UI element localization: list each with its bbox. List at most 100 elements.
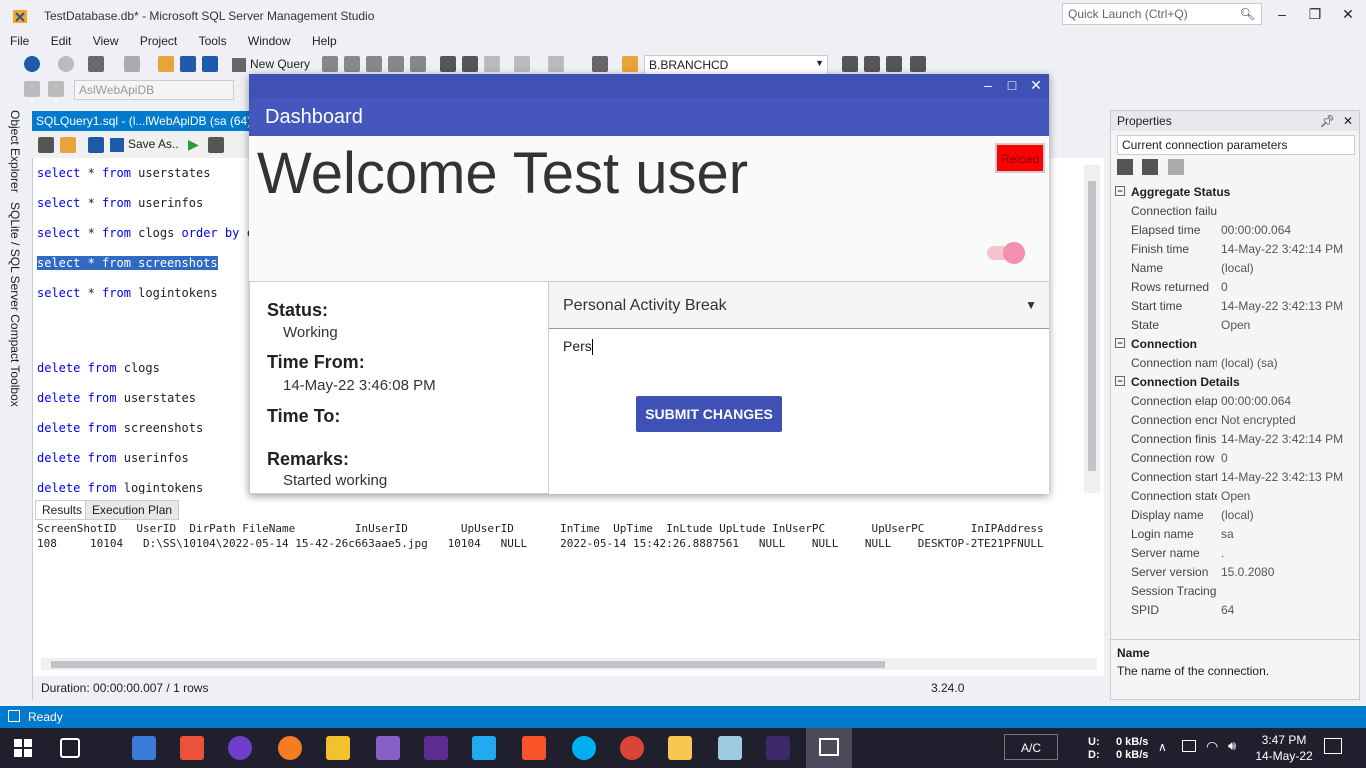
pin-icon[interactable]: 📌︎ xyxy=(1320,114,1335,128)
execute-icon[interactable]: ▶ xyxy=(188,136,199,153)
property-row[interactable]: State Open xyxy=(1111,316,1359,335)
alphabetical-icon[interactable] xyxy=(1142,159,1159,175)
copy-icon[interactable] xyxy=(462,56,478,72)
add-item-icon[interactable] xyxy=(124,56,140,72)
close-icon[interactable]: ✕ xyxy=(1343,114,1353,128)
property-row[interactable]: Name (local) xyxy=(1111,259,1359,278)
quick-launch-input[interactable]: Quick Launch (Ctrl+Q) 🔍︎ xyxy=(1062,3,1262,25)
property-row[interactable]: Server version 15.0.2080 xyxy=(1111,563,1359,582)
collapse-icon[interactable]: − xyxy=(1115,376,1125,386)
new-query-button[interactable]: New Query xyxy=(232,57,310,72)
collapse-icon[interactable]: − xyxy=(1115,186,1125,196)
connect-icon[interactable] xyxy=(24,81,40,97)
solution-explorer-icon[interactable] xyxy=(842,56,858,72)
property-row[interactable]: Connection state Open xyxy=(1111,487,1359,506)
disconnect-icon[interactable] xyxy=(48,81,64,97)
paste-icon[interactable] xyxy=(484,56,500,72)
dashboard-maximize-button[interactable]: □ xyxy=(1003,77,1021,93)
script-icon[interactable] xyxy=(38,137,54,153)
branch-combo[interactable]: B.BRANCHCD ▼ xyxy=(644,55,828,75)
ssms-taskbar-icon[interactable] xyxy=(326,736,350,760)
property-row[interactable]: Connection start 14-May-22 3:42:13 PM xyxy=(1111,468,1359,487)
close-button[interactable]: ✕ xyxy=(1338,6,1358,24)
dmx-query-icon[interactable] xyxy=(366,56,382,72)
wifi-icon[interactable]: ◠ xyxy=(1206,738,1218,755)
reload-button[interactable]: Reload xyxy=(995,143,1045,173)
chevron-up-icon[interactable]: ∧ xyxy=(1158,740,1167,754)
github-icon[interactable] xyxy=(228,736,252,760)
toggle-switch[interactable] xyxy=(987,242,1025,264)
property-row[interactable]: Connection failu xyxy=(1111,202,1359,221)
find-icon[interactable] xyxy=(622,56,638,72)
scroll-thumb[interactable] xyxy=(51,661,885,668)
save-as-button[interactable]: Save As.. xyxy=(110,137,179,152)
table-row[interactable]: 108 10104 D:\SS\10104\2022-05-14 15-42-2… xyxy=(37,537,1101,552)
property-row[interactable]: Connection elap 00:00:00.064 xyxy=(1111,392,1359,411)
property-row[interactable]: Start time 14-May-22 3:42:13 PM xyxy=(1111,297,1359,316)
save-all-icon[interactable] xyxy=(202,56,218,72)
categorized-icon[interactable] xyxy=(1117,159,1133,175)
save-icon[interactable] xyxy=(180,56,196,72)
remarks-input[interactable]: Pers xyxy=(563,338,1033,360)
menu-edit[interactable]: Edit xyxy=(41,32,80,48)
property-row[interactable]: Display name (local) xyxy=(1111,506,1359,525)
property-row[interactable]: Connection finis 14-May-22 3:42:14 PM xyxy=(1111,430,1359,449)
results-grid[interactable]: ScreenShotID UserID DirPath FileName InU… xyxy=(37,522,1101,568)
property-row[interactable]: Session Tracing I xyxy=(1111,582,1359,601)
tab-results[interactable]: Results xyxy=(35,500,90,520)
property-row[interactable]: Connection encr Not encrypted xyxy=(1111,411,1359,430)
app-icon-anydesk[interactable] xyxy=(180,736,204,760)
terminal-icon[interactable] xyxy=(766,736,790,760)
editor-vertical-scrollbar[interactable] xyxy=(1084,165,1100,493)
command-window-icon[interactable] xyxy=(910,56,926,72)
clock-date[interactable]: 14-May-22 xyxy=(1254,749,1314,763)
property-row[interactable]: Connection nam (local) (sa) xyxy=(1111,354,1359,373)
redo-icon[interactable] xyxy=(548,56,564,72)
object-explorer-tab[interactable]: Object Explorer xyxy=(8,110,22,193)
property-category[interactable]: − Aggregate Status xyxy=(1111,183,1359,202)
tab-execution-plan[interactable]: Execution Plan xyxy=(85,500,180,520)
property-row[interactable]: Elapsed time 00:00:00.064 xyxy=(1111,221,1359,240)
menu-view[interactable]: View xyxy=(83,32,127,48)
minimize-button[interactable]: – xyxy=(1272,6,1292,24)
property-row[interactable]: Rows returned 0 xyxy=(1111,278,1359,297)
query-plan-icon[interactable] xyxy=(208,137,224,153)
results-horizontal-scrollbar[interactable] xyxy=(41,658,1097,670)
database-combo[interactable]: AslWebApiDB xyxy=(74,80,234,100)
editor-tab[interactable]: SQLQuery1.sql - (l...lWebApiDB (sa (64))… xyxy=(32,111,252,131)
volume-icon[interactable]: 🔊︎ xyxy=(1228,738,1236,754)
restore-button[interactable]: ❐ xyxy=(1305,6,1325,24)
notification-icon[interactable] xyxy=(1324,738,1342,754)
property-category[interactable]: − Connection xyxy=(1111,335,1359,354)
open-script-icon[interactable] xyxy=(60,137,76,153)
collapse-icon[interactable]: − xyxy=(1115,338,1125,348)
property-category[interactable]: − Connection Details xyxy=(1111,373,1359,392)
dax-query-icon[interactable] xyxy=(410,56,426,72)
notepad-icon[interactable] xyxy=(718,736,742,760)
chrome-icon[interactable] xyxy=(620,736,644,760)
properties-wrench-icon[interactable] xyxy=(864,56,880,72)
dashboard-taskbar-icon[interactable] xyxy=(806,728,852,768)
skype-icon[interactable] xyxy=(572,736,596,760)
properties-object-combo[interactable]: Current connection parameters xyxy=(1117,135,1355,155)
activity-monitor-icon[interactable] xyxy=(592,56,608,72)
cut-icon[interactable] xyxy=(440,56,456,72)
property-row[interactable]: SPID 64 xyxy=(1111,601,1359,620)
menu-help[interactable]: Help xyxy=(302,32,345,48)
mdx-query-icon[interactable] xyxy=(344,56,360,72)
vscode-icon[interactable] xyxy=(472,736,496,760)
menu-tools[interactable]: Tools xyxy=(189,32,235,48)
menu-window[interactable]: Window xyxy=(238,32,299,48)
new-project-icon[interactable] xyxy=(88,56,104,72)
menu-project[interactable]: Project xyxy=(130,32,185,48)
submit-changes-button[interactable]: SUBMIT CHANGES xyxy=(636,396,782,432)
clock-time[interactable]: 3:47 PM xyxy=(1254,733,1314,747)
wrench-icon[interactable] xyxy=(1167,159,1184,175)
database-query-icon[interactable] xyxy=(322,56,338,72)
dashboard-close-button[interactable]: ✕ xyxy=(1027,77,1045,94)
scroll-thumb[interactable] xyxy=(1088,181,1096,471)
visual-studio-icon[interactable] xyxy=(376,736,400,760)
open-file-icon[interactable] xyxy=(158,56,174,72)
property-row[interactable]: Connection row 0 xyxy=(1111,449,1359,468)
property-row[interactable]: Server name. xyxy=(1111,544,1359,563)
